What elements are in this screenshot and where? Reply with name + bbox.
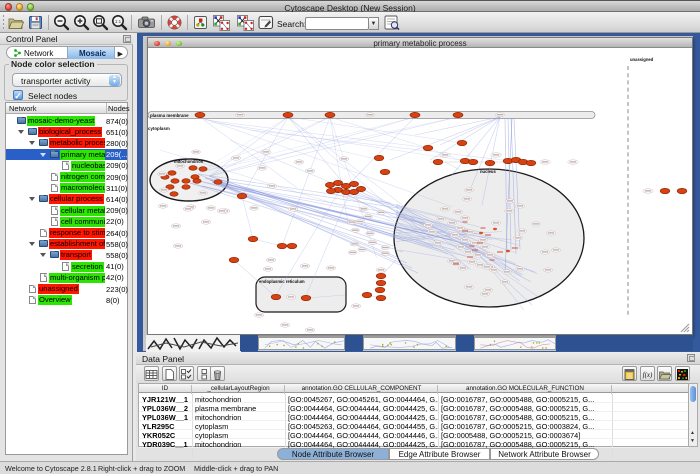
svg-text:f(x): f(x) (642, 371, 652, 379)
svg-text:unassigned: unassigned (630, 57, 654, 62)
svg-text:endoplasmic reticulum: endoplasmic reticulum (259, 279, 305, 284)
svg-text:cytoplasm: cytoplasm (148, 126, 170, 131)
svg-text:1:1: 1:1 (115, 19, 122, 24)
svg-text:plasma membrane: plasma membrane (150, 113, 189, 118)
svg-text:mitochondrion: mitochondrion (174, 159, 204, 164)
